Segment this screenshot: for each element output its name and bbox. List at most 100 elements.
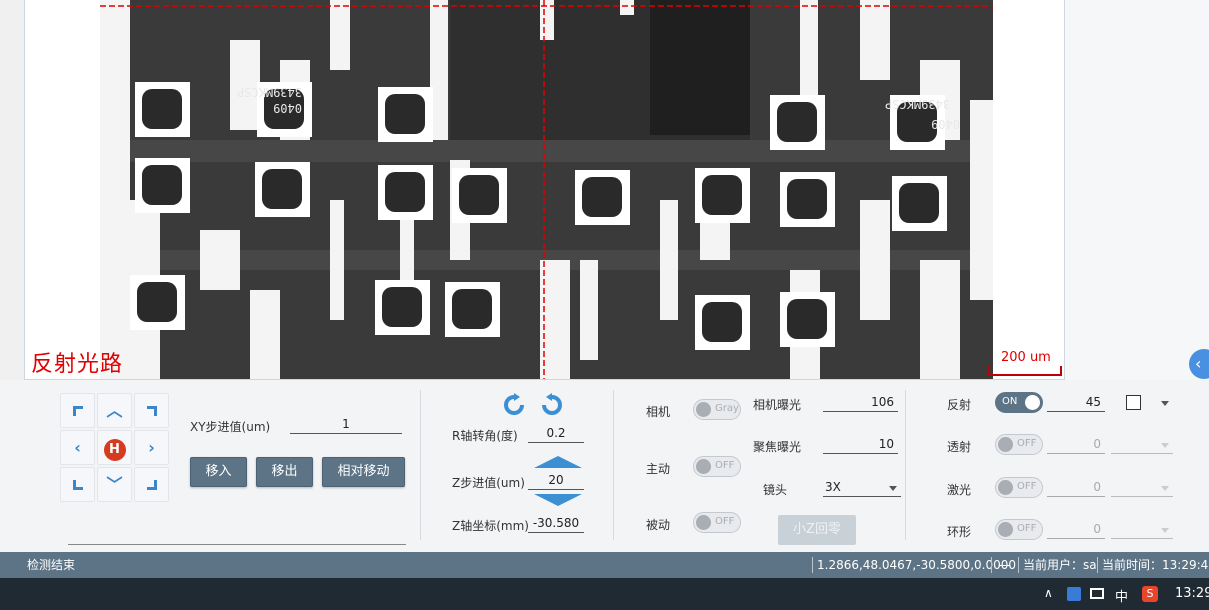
toggle-knob [696, 459, 711, 474]
laser-label: 激光 [947, 483, 972, 497]
reflect-select[interactable] [1111, 394, 1173, 412]
move-down-button[interactable]: ﹀ [97, 467, 132, 502]
status-message: 检测结束 [27, 558, 76, 572]
network-icon[interactable] [1090, 588, 1104, 599]
z-up-button[interactable] [534, 456, 582, 468]
laser-select[interactable] [1111, 479, 1173, 497]
xy-step-input[interactable]: 1 [290, 416, 402, 434]
status-mode: --- [998, 558, 1011, 572]
chevron-left-icon: ‹ [74, 438, 81, 457]
toggle-knob [696, 515, 711, 530]
taskbar-clock[interactable]: 13:29 [1175, 586, 1209, 601]
toggle-knob [1025, 395, 1040, 410]
move-in-button[interactable]: 移入 [190, 457, 247, 487]
transmit-intensity-input[interactable]: 0 [1047, 436, 1105, 454]
focus-exposure-input[interactable]: 10 [823, 436, 898, 454]
divider [613, 390, 614, 540]
scale-bar [988, 366, 1062, 376]
chevron-down-icon [1161, 443, 1169, 448]
taskbar: ∧ 中 S 13:29 [0, 578, 1209, 610]
security-shield-icon[interactable] [1067, 587, 1081, 601]
image-viewport[interactable]: 3439MKCSP 0409 3439MKCSP 0409 反射光路 200 u… [24, 0, 1065, 380]
move-up-left-button[interactable] [60, 393, 95, 428]
lens-label: 镜头 [763, 483, 788, 497]
r-angle-input[interactable]: 0.2 [528, 425, 584, 443]
laser-toggle[interactable]: OFF [995, 477, 1043, 498]
home-button[interactable]: H [97, 430, 132, 465]
corner-up-left-icon [72, 406, 83, 416]
reflect-toggle[interactable]: ON [995, 392, 1043, 413]
right-panel [1065, 0, 1209, 380]
toggle-knob [998, 437, 1013, 452]
move-right-button[interactable]: › [134, 430, 169, 465]
divider [905, 390, 906, 540]
chevron-down-icon: ﹀ [106, 475, 123, 494]
move-out-button[interactable]: 移出 [256, 457, 313, 487]
toggle-knob [696, 402, 711, 417]
active-label: 主动 [646, 462, 671, 476]
control-panel: ︿ ‹ H › ﹀ XY步进值(um) 1 移入 移出 相对移动 R轴转角(度)… [0, 380, 1209, 552]
home-icon: H [103, 439, 126, 461]
relative-move-button[interactable]: 相对移动 [322, 457, 405, 487]
small-z-return-button[interactable]: 小Z回零 [778, 515, 856, 545]
active-toggle[interactable]: OFF [693, 456, 741, 477]
z-down-button[interactable] [534, 494, 582, 506]
die-mark-text: 0409 [273, 101, 302, 115]
toggle-text: OFF [1017, 438, 1037, 449]
z-coord-input[interactable]: -30.580 [528, 515, 584, 533]
z-step-input[interactable]: 20 [528, 472, 584, 490]
r-angle-label: R轴转角(度) [452, 429, 518, 443]
toggle-text: OFF [715, 516, 735, 527]
camera-toggle[interactable]: Gray [693, 399, 741, 420]
divider [991, 557, 992, 573]
lens-select[interactable]: 3X [823, 479, 901, 497]
divider [420, 390, 421, 540]
laser-intensity-input[interactable]: 0 [1047, 479, 1105, 497]
move-down-left-button[interactable] [60, 467, 95, 502]
rotate-ccw-icon[interactable] [502, 393, 526, 417]
toggle-text: Gray [715, 403, 739, 414]
ime-indicator[interactable]: 中 [1115, 586, 1128, 605]
optical-path-label: 反射光路 [31, 352, 124, 377]
ring-select[interactable] [1111, 521, 1173, 539]
status-time: 当前时间：13:29:46 [1102, 558, 1209, 572]
corner-down-left-icon [72, 480, 83, 490]
die-mark-text: 0409 [931, 117, 960, 131]
rotate-cw-icon[interactable] [540, 393, 564, 417]
chevron-down-icon [889, 486, 897, 491]
camera-exposure-input[interactable]: 106 [823, 394, 898, 412]
xy-step-label: XY步进值(um) [190, 420, 271, 434]
reflect-intensity-input[interactable]: 45 [1047, 394, 1105, 412]
status-coordinates: 1.2866,48.0467,-30.5800,0.0000 [817, 558, 1016, 572]
divider [1097, 557, 1098, 573]
move-left-button[interactable]: ‹ [60, 430, 95, 465]
divider [812, 557, 813, 573]
chevron-down-icon [1161, 486, 1169, 491]
scale-bar-label: 200 um [1001, 350, 1051, 365]
microscope-image[interactable]: 3439MKCSP 0409 3439MKCSP 0409 [100, 0, 993, 380]
ring-intensity-input[interactable]: 0 [1047, 521, 1105, 539]
camera-label: 相机 [646, 405, 671, 419]
die-mark-text: 3439MKCSP [237, 85, 302, 99]
move-up-button[interactable]: ︿ [97, 393, 132, 428]
input-method-icon[interactable]: S [1142, 586, 1158, 602]
ring-label: 环形 [947, 525, 972, 539]
chevron-up-icon[interactable]: ∧ [1044, 586, 1053, 600]
move-down-right-button[interactable] [134, 467, 169, 502]
toggle-text: ON [1002, 396, 1018, 407]
move-up-right-button[interactable] [134, 393, 169, 428]
camera-exposure-label: 相机曝光 [753, 398, 802, 412]
transmit-select[interactable] [1111, 436, 1173, 454]
status-user: 当前用户：sa [1023, 558, 1097, 572]
chevron-down-icon [1161, 528, 1169, 533]
passive-label: 被动 [646, 518, 671, 532]
xy-direction-pad: ︿ ‹ H › ﹀ [60, 393, 172, 505]
transmit-label: 透射 [947, 440, 972, 454]
ring-toggle[interactable]: OFF [995, 519, 1043, 540]
passive-toggle[interactable]: OFF [693, 512, 741, 533]
toggle-text: OFF [1017, 481, 1037, 492]
z-coord-label: Z轴坐标(mm) [452, 519, 529, 533]
reflect-label: 反射 [947, 398, 972, 412]
divider [1018, 557, 1019, 573]
transmit-toggle[interactable]: OFF [995, 434, 1043, 455]
